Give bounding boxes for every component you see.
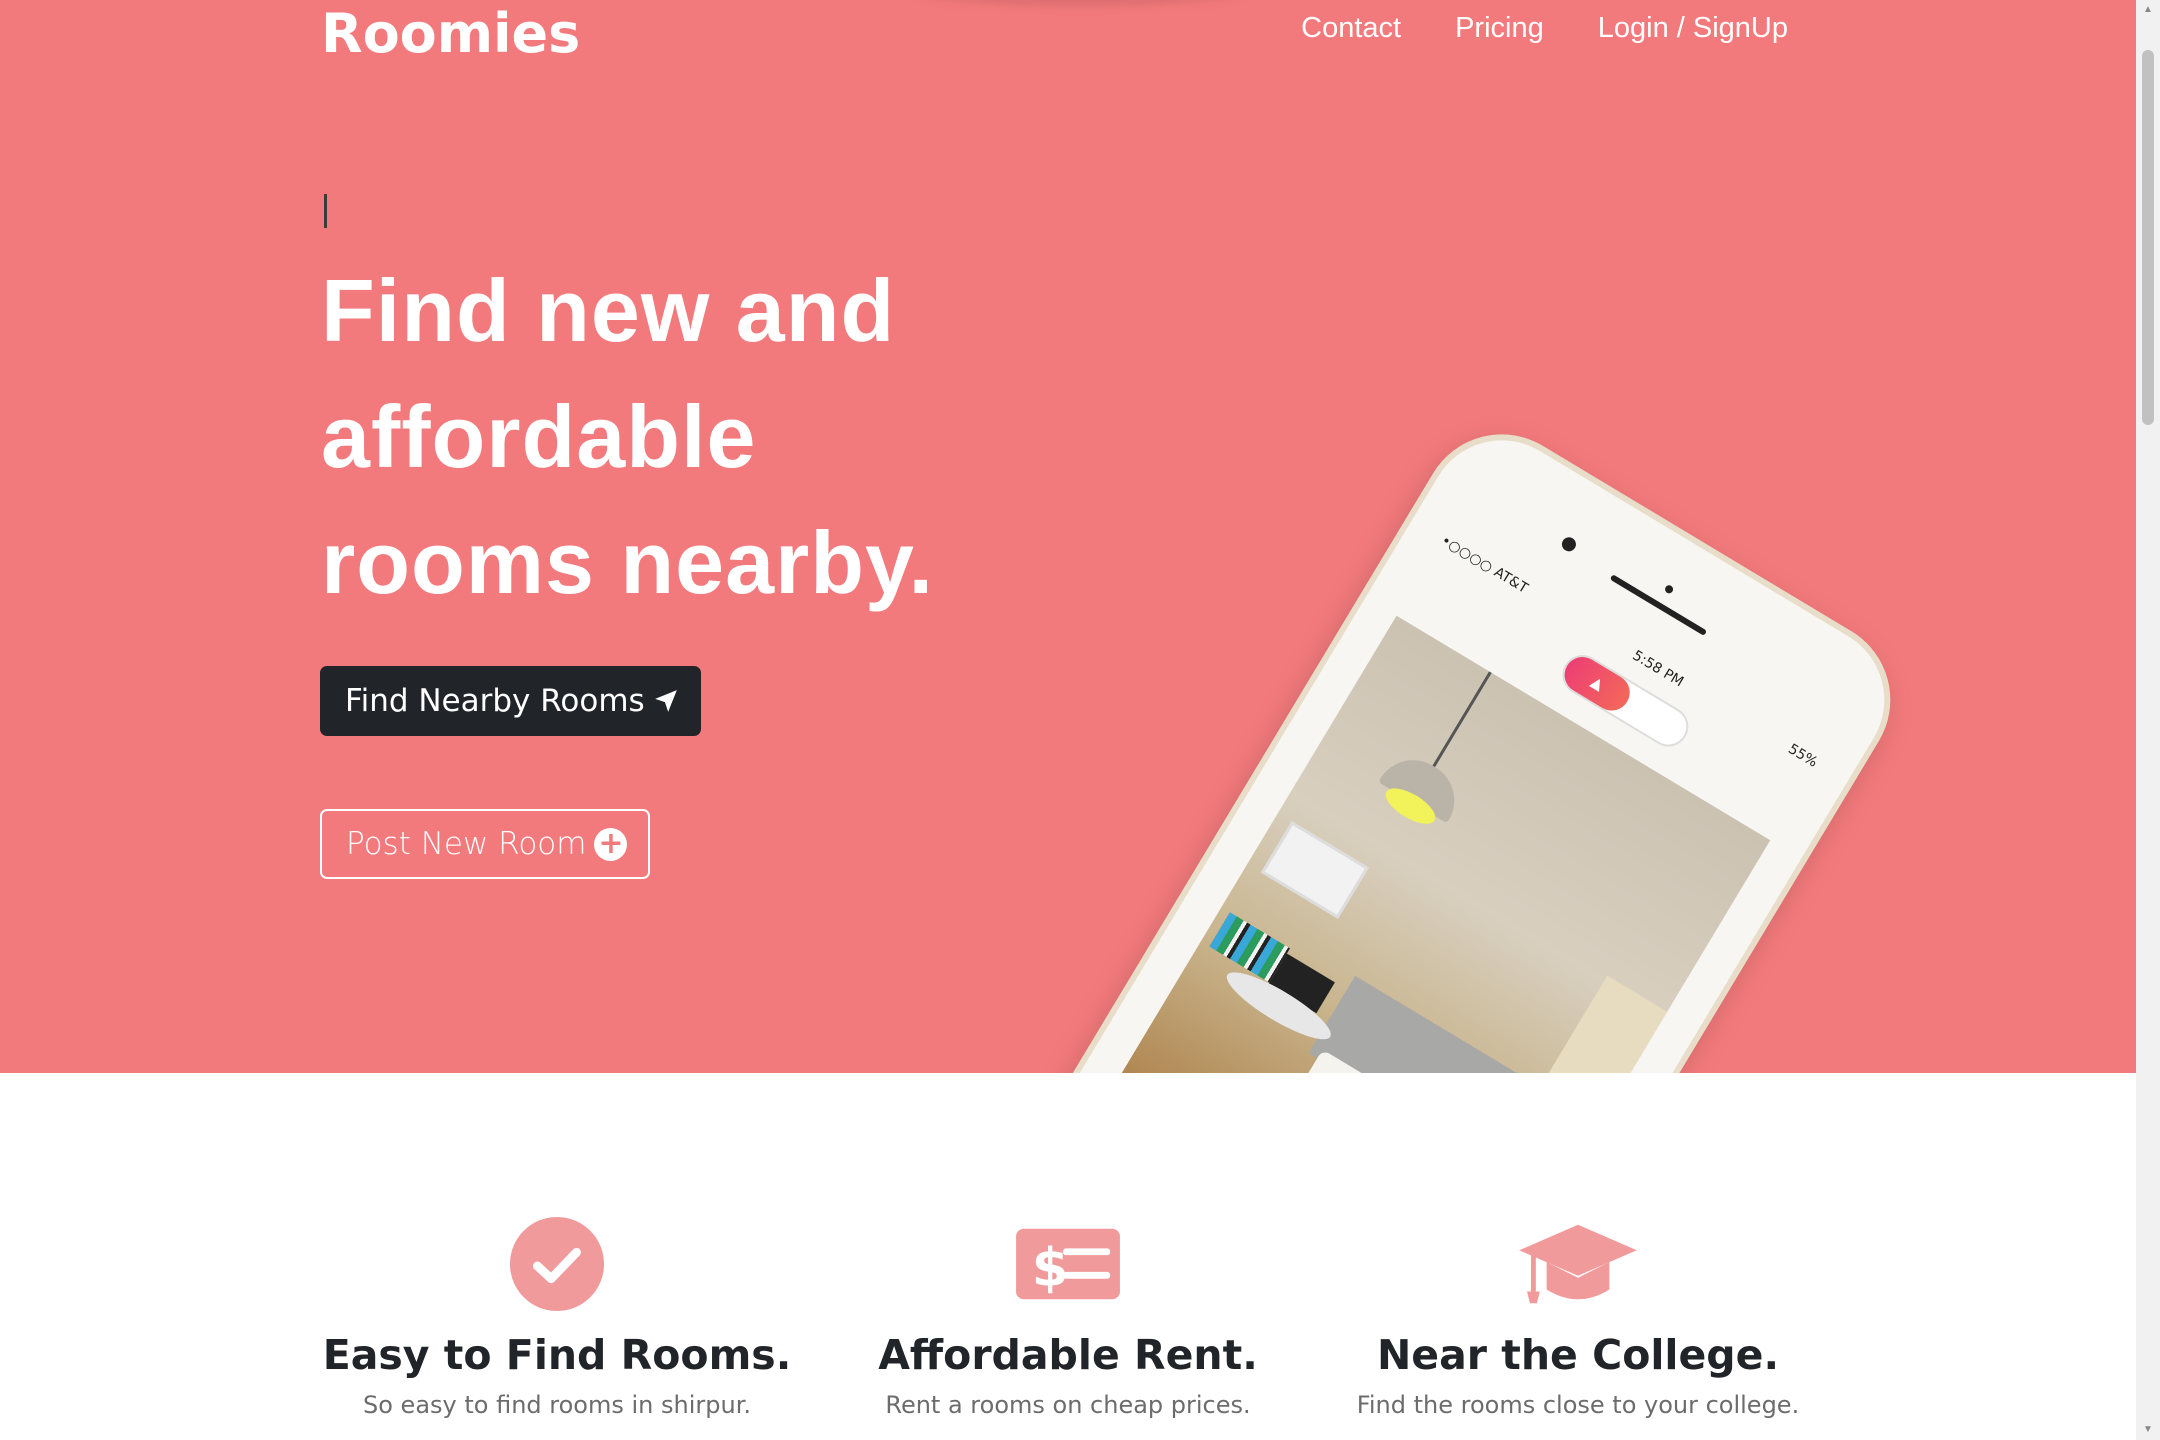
- money-bill-icon: $: [1016, 1228, 1120, 1300]
- post-new-room-button[interactable]: Post New Room +: [320, 809, 650, 879]
- find-nearby-rooms-label: Find Nearby Rooms: [345, 683, 645, 719]
- paper-plane-icon: [654, 690, 677, 712]
- phone-camera: [1559, 534, 1579, 554]
- feature-title: Near the College.: [1376, 1331, 1780, 1379]
- page-scrollbar[interactable]: ▲ ▼: [2136, 0, 2160, 1440]
- hero-section: Roomies Contact Pricing Login / SignUp F…: [0, 0, 2136, 1073]
- feature-affordable-rent: $ Affordable Rent. Rent a rooms on cheap…: [808, 1215, 1328, 1419]
- feature-description: Rent a rooms on cheap prices.: [885, 1391, 1251, 1419]
- scroll-down-arrow-icon[interactable]: ▼: [2142, 1424, 2154, 1435]
- phone-sensor: [1663, 583, 1675, 595]
- scroll-up-arrow-icon[interactable]: ▲: [2142, 4, 2154, 15]
- feature-description: So easy to find rooms in shirpur.: [363, 1391, 751, 1419]
- wall-picture: [1260, 821, 1369, 919]
- headline-line-2: affordable: [321, 387, 757, 486]
- window-curtain: [1473, 975, 1668, 1073]
- feature-title: Affordable Rent.: [878, 1331, 1258, 1379]
- brand-logo[interactable]: Roomies: [321, 2, 580, 65]
- nav-login-signup-link[interactable]: Login / SignUp: [1598, 12, 1788, 45]
- svg-text:$: $: [1032, 1238, 1069, 1299]
- nav-contact-link[interactable]: Contact: [1301, 12, 1401, 45]
- plus-circle-icon: +: [594, 827, 628, 861]
- decorative-shadow: [910, 0, 1250, 4]
- feature-title: Easy to Find Rooms.: [322, 1331, 792, 1379]
- find-nearby-rooms-button[interactable]: Find Nearby Rooms: [320, 666, 701, 736]
- headline-line-3: rooms nearby.: [321, 513, 934, 612]
- nav-pricing-link[interactable]: Pricing: [1455, 12, 1544, 45]
- graduation-cap-icon: [1519, 1224, 1637, 1304]
- phone-speaker: [1609, 574, 1708, 636]
- post-new-room-label: Post New Room: [346, 826, 587, 862]
- feature-description: Find the rooms close to your college.: [1356, 1391, 1800, 1419]
- feature-near-college: Near the College. Find the rooms close t…: [1318, 1215, 1838, 1419]
- flame-icon: ▲: [1557, 650, 1637, 718]
- lamp-cord: [1432, 671, 1492, 768]
- hero-headline: Find new and affordable rooms nearby.: [321, 248, 1081, 626]
- top-nav: Contact Pricing Login / SignUp: [1301, 12, 1788, 45]
- phone-mockup: •○○○○ AT&T 5:58 PM 55% ▲: [979, 404, 1921, 1073]
- typing-cursor: [324, 194, 327, 228]
- headline-line-1: Find new and: [321, 261, 896, 360]
- scrollbar-thumb[interactable]: [2142, 50, 2154, 425]
- feature-easy-find: Easy to Find Rooms. So easy to find room…: [297, 1215, 817, 1419]
- check-circle-icon: [509, 1216, 605, 1312]
